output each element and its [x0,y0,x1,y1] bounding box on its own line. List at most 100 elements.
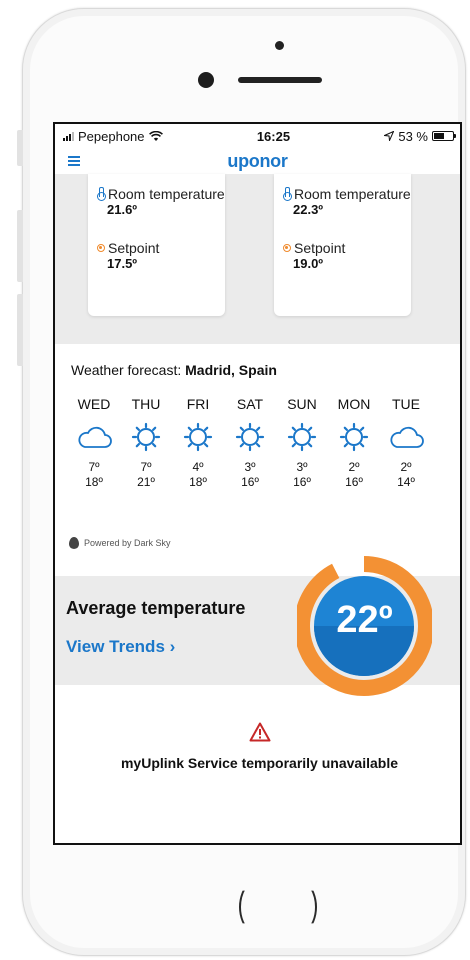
room-temp-row: Room temperature [283,186,411,202]
status-right: 53 % [384,128,456,144]
home-button[interactable] [239,868,317,946]
day-high-temp: 14º [397,475,415,489]
phone-screen: Pepephone 16:25 53 % uponor Room tempera [53,122,462,845]
powered-by[interactable]: Powered by Dark Sky [69,537,171,549]
day-high-temp: 21º [137,475,155,489]
earpiece-speaker [238,77,322,83]
chevron-right-icon: › [169,637,176,656]
average-temperature-title: Average temperature [66,598,246,618]
view-trends-label: View Trends [66,637,165,656]
weather-title: Weather forecast: Madrid, Spain [71,344,444,378]
service-message: myUplink Service temporarily unavailable [120,755,398,771]
cloud-icon [68,420,120,454]
brand-logo: uponor [227,150,288,171]
day-temperatures: 3º 16º [276,460,328,490]
day-low-temp: 2º [348,460,360,474]
cloud-icon [380,420,432,454]
day-name: WED [77,396,111,412]
day-name: FRI [186,396,210,412]
setpoint-label: Setpoint [108,240,160,256]
day-temperatures: 2º 16º [328,460,380,490]
mute-switch [17,130,23,166]
average-temperature-gauge[interactable]: 22º [294,554,434,699]
setpoint-icon [97,244,105,252]
setpoint-icon [283,244,291,252]
status-bar: Pepephone 16:25 53 % [55,124,460,148]
sun-icon [120,420,172,454]
status-time: 16:25 [256,128,291,144]
wifi-icon [148,130,163,141]
front-sensor [275,41,284,50]
sun-icon [172,420,224,454]
day-temperatures: 4º 18º [172,460,224,490]
service-status: myUplink Service temporarily unavailable [55,722,460,771]
room-card[interactable]: Room temperature 22.3º Setpoint 19.0º [274,174,411,316]
hamburger-menu-icon[interactable] [68,156,80,166]
sun-icon [276,420,328,454]
battery-icon [432,131,456,141]
day-low-temp: 7º [140,460,152,474]
day-name: SUN [287,396,317,412]
room-temp-value: 21.6º [107,202,138,217]
thermometer-icon [97,187,106,201]
setpoint-label: Setpoint [294,240,346,256]
average-temperature-value: 22º [336,599,393,641]
weather-location: Madrid, Spain [185,362,277,378]
day-high-temp: 18º [85,475,103,489]
front-camera [198,72,214,88]
day-high-temp: 16º [241,475,259,489]
room-temp-row: Room temperature [97,186,225,202]
day-name: THU [131,396,161,412]
room-cards-area: Room temperature 21.6º Setpoint 17.5º Ro… [55,174,460,344]
setpoint-row: Setpoint [283,240,411,256]
app-header: uponor [55,148,460,174]
day-temperatures: 7º 18º [68,460,120,490]
weather-label: Weather forecast: [71,362,182,378]
weather-forecast: Weather forecast: Madrid, Spain WED 7º 18º… [55,344,460,564]
day-temperatures: 3º 16º [224,460,276,490]
forecast-day: TUE 2º 14º [380,396,432,490]
day-name: MON [337,396,371,412]
day-name: SAT [236,396,264,412]
room-temp-value: 22.3º [293,202,324,217]
day-high-temp: 16º [345,475,363,489]
carrier-name: Pepephone [78,128,145,144]
day-high-temp: 18º [189,475,207,489]
day-low-temp: 2º [400,460,412,474]
day-low-temp: 7º [88,460,100,474]
forecast-day: THU 7º 21º [120,396,172,490]
day-low-temp: 3º [244,460,256,474]
forecast-day: SAT 3º 16º [224,396,276,490]
battery-percent: 53 % [398,128,428,144]
day-temperatures: 7º 21º [120,460,172,490]
room-temp-label: Room temperature [294,186,411,202]
volume-up-button [17,210,23,282]
room-card[interactable]: Room temperature 21.6º Setpoint 17.5º [88,174,225,316]
location-arrow-icon [384,131,395,141]
warning-icon [249,722,270,742]
sun-icon [328,420,380,454]
forecast-day: WED 7º 18º [68,396,120,490]
forecast-day: FRI 4º 18º [172,396,224,490]
signal-icon [63,131,74,141]
thermometer-icon [283,187,292,201]
day-low-temp: 3º [296,460,308,474]
day-name: TUE [392,396,420,412]
forecast-days: WED 7º 18º THU 7º 21º FRI 4º 18º SAT 3º 16º SUN 3º 16º… [68,396,444,490]
powered-by-text: Powered by Dark Sky [84,538,171,548]
room-temp-label: Room temperature [108,186,225,202]
forecast-day: MON 2º 16º [328,396,380,490]
sun-icon [224,420,276,454]
average-temperature-panel: Average temperature View Trends › 22º [55,556,460,696]
forecast-day: SUN 3º 16º [276,396,328,490]
dark-sky-logo-icon [69,537,79,549]
day-temperatures: 2º 14º [380,460,432,490]
day-high-temp: 16º [293,475,311,489]
status-left: Pepephone [63,129,163,144]
setpoint-value: 17.5º [107,256,138,271]
day-low-temp: 4º [192,460,204,474]
view-trends-link[interactable]: View Trends › [66,637,175,657]
setpoint-row: Setpoint [97,240,225,256]
volume-down-button [17,294,23,366]
setpoint-value: 19.0º [293,256,324,271]
